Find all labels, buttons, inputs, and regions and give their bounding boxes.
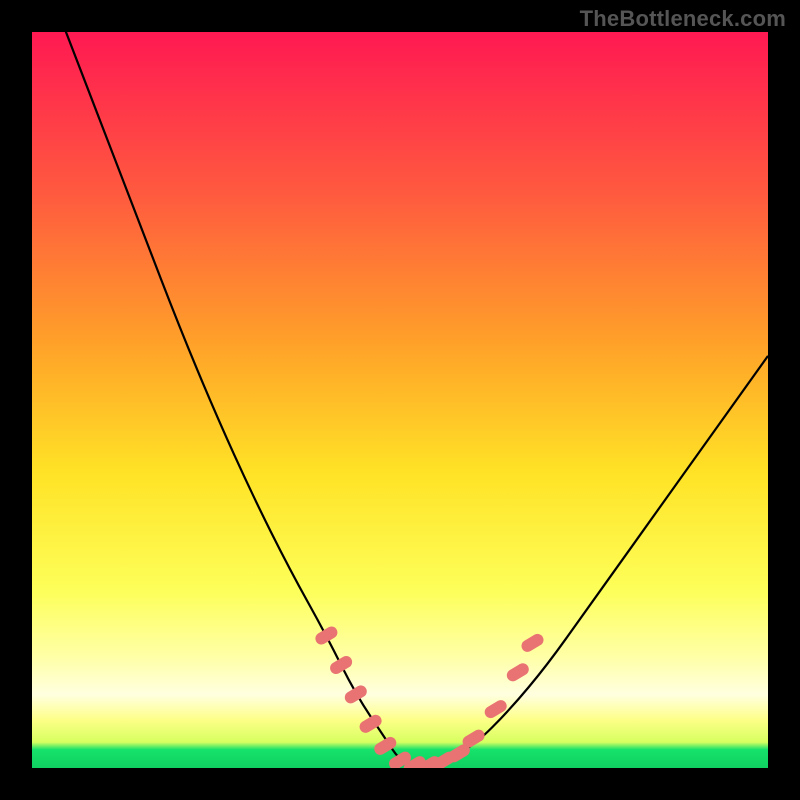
chart-svg: [32, 32, 768, 768]
curve-marker: [454, 750, 464, 756]
marker-group: [321, 633, 537, 769]
curve-marker: [410, 762, 420, 768]
curve-marker: [366, 721, 376, 727]
chart-plot-area: [32, 32, 768, 768]
curve-marker: [469, 736, 479, 742]
curve-marker: [380, 743, 390, 749]
bottleneck-curve-line: [32, 32, 768, 768]
curve-marker: [491, 706, 501, 712]
curve-marker: [395, 758, 405, 764]
curve-marker: [336, 662, 346, 668]
curve-marker: [439, 758, 449, 764]
watermark-text: TheBottleneck.com: [580, 6, 786, 32]
curve-marker: [424, 762, 434, 768]
curve-marker: [351, 691, 361, 697]
curve-marker: [528, 640, 538, 646]
curve-marker: [321, 633, 331, 639]
curve-marker: [513, 669, 523, 675]
